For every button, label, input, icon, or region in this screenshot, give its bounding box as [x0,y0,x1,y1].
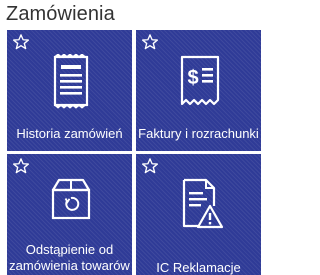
tile-label: Odstąpienie od zamówienia towarów [9,242,130,274]
order-history-document-icon [53,54,89,109]
star-outline-icon[interactable] [12,33,30,51]
tile-label-line1: Odstąpienie od [25,242,114,257]
star-outline-icon[interactable] [12,157,30,175]
tile-label: Faktury i rozrachunki [138,126,259,141]
star-outline-icon[interactable] [141,33,159,51]
star-outline-icon[interactable] [141,157,159,175]
tile-historia-zamowien[interactable]: Historia zamówień [7,30,132,151]
return-box-icon [51,178,91,220]
complaint-warning-document-icon [182,178,224,229]
tile-label: IC Reklamacje [156,260,241,275]
svg-text:$: $ [187,67,198,89]
tile-odstapienie-od-zamowienia[interactable]: Odstąpienie od zamówienia towarów [7,154,132,275]
tile-ic-reklamacje[interactable]: IC Reklamacje [136,154,261,275]
invoice-dollar-receipt-icon: $ [180,55,220,106]
tile-label: Historia zamówień [16,126,123,141]
page-title: Zamówienia [6,3,115,25]
tile-label-line2: zamówienia towarów [9,258,130,273]
tile-faktury-i-rozrachunki[interactable]: $ Faktury i rozrachunki [136,30,261,151]
